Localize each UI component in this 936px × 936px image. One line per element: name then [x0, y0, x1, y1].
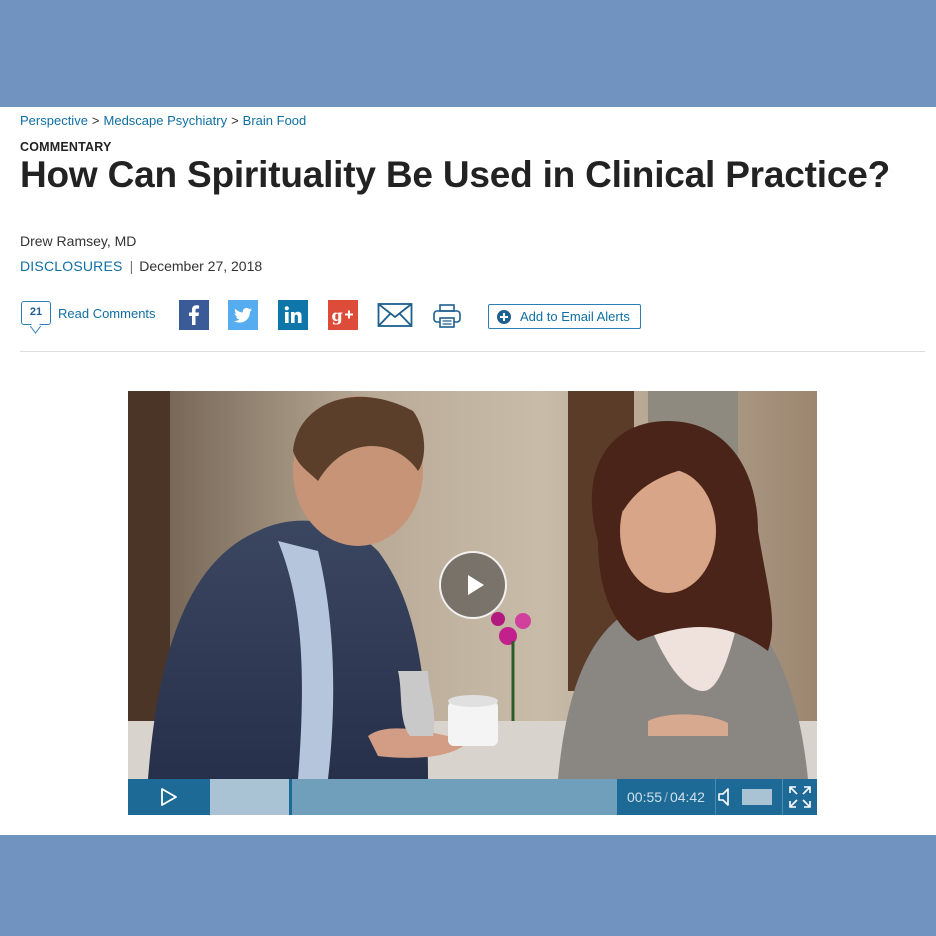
read-comments-label: Read Comments [58, 305, 156, 321]
breadcrumb-brain-food-link[interactable]: Brain Food [243, 113, 307, 128]
linkedin-share-button[interactable] [278, 300, 308, 330]
mute-button[interactable] [715, 779, 737, 815]
breadcrumb-separator: > [91, 113, 100, 128]
article-meta: DISCLOSURES | December 27, 2018 [20, 258, 262, 274]
big-play-button[interactable] [439, 551, 507, 619]
current-time: 00:55 [627, 789, 663, 805]
comment-count: 21 [29, 306, 43, 318]
toolbar-divider [20, 351, 925, 352]
add-to-email-alerts-label: Add to Email Alerts [520, 309, 630, 324]
article-page: Perspective > Medscape Psychiatry > Brain Fo… [0, 107, 936, 835]
fullscreen-button[interactable] [783, 779, 817, 815]
article-title: How Can Spirituality Be Used in Clinical… [20, 154, 890, 195]
google-plus-icon: g [332, 306, 353, 325]
bottom-background-band [0, 835, 936, 936]
play-pause-button[interactable] [128, 779, 210, 815]
time-separator: / [664, 789, 668, 805]
meta-separator: | [129, 258, 134, 274]
fullscreen-icon [789, 786, 811, 808]
top-background-band [0, 0, 936, 107]
print-button[interactable] [432, 303, 462, 329]
breadcrumb-separator: > [231, 113, 239, 128]
video-progress-bar[interactable] [210, 779, 617, 815]
play-icon [468, 575, 484, 595]
volume-slider[interactable] [742, 789, 772, 805]
twitter-icon [233, 307, 252, 323]
publish-date: December 27, 2018 [139, 258, 263, 274]
print-icon [433, 304, 461, 328]
google-plus-share-button[interactable]: g [328, 300, 358, 330]
comment-bubble-icon: 21 [21, 301, 51, 325]
facebook-icon [189, 305, 200, 325]
time-display: 00:55/04:42 [617, 779, 715, 815]
breadcrumb-psychiatry-link[interactable]: Medscape Psychiatry [104, 113, 228, 128]
progress-scrub-marker[interactable] [289, 779, 292, 815]
breadcrumb-perspective-link[interactable]: Perspective [20, 113, 88, 128]
article-type-label: COMMENTARY [20, 140, 112, 154]
disclosures-link[interactable]: DISCLOSURES [20, 258, 123, 274]
plus-circle-icon [497, 309, 511, 324]
add-to-email-alerts-button[interactable]: Add to Email Alerts [488, 304, 641, 329]
duration: 04:42 [669, 789, 705, 805]
video-player[interactable]: 00:55/04:42 [128, 391, 817, 815]
twitter-share-button[interactable] [228, 300, 258, 330]
email-share-button[interactable] [377, 301, 413, 329]
speaker-icon [718, 788, 729, 806]
breadcrumb: Perspective > Medscape Psychiatry > Brain Fo… [20, 113, 306, 128]
linkedin-icon [284, 306, 302, 323]
svg-text:g: g [332, 306, 343, 325]
progress-played-segment [210, 779, 289, 815]
read-comments-button[interactable]: 21 Read Comments [21, 301, 156, 325]
author-name: Drew Ramsey, MD [20, 233, 137, 249]
play-icon [161, 788, 177, 806]
video-control-bar: 00:55/04:42 [128, 779, 817, 815]
facebook-share-button[interactable] [179, 300, 209, 330]
email-icon [377, 303, 413, 327]
